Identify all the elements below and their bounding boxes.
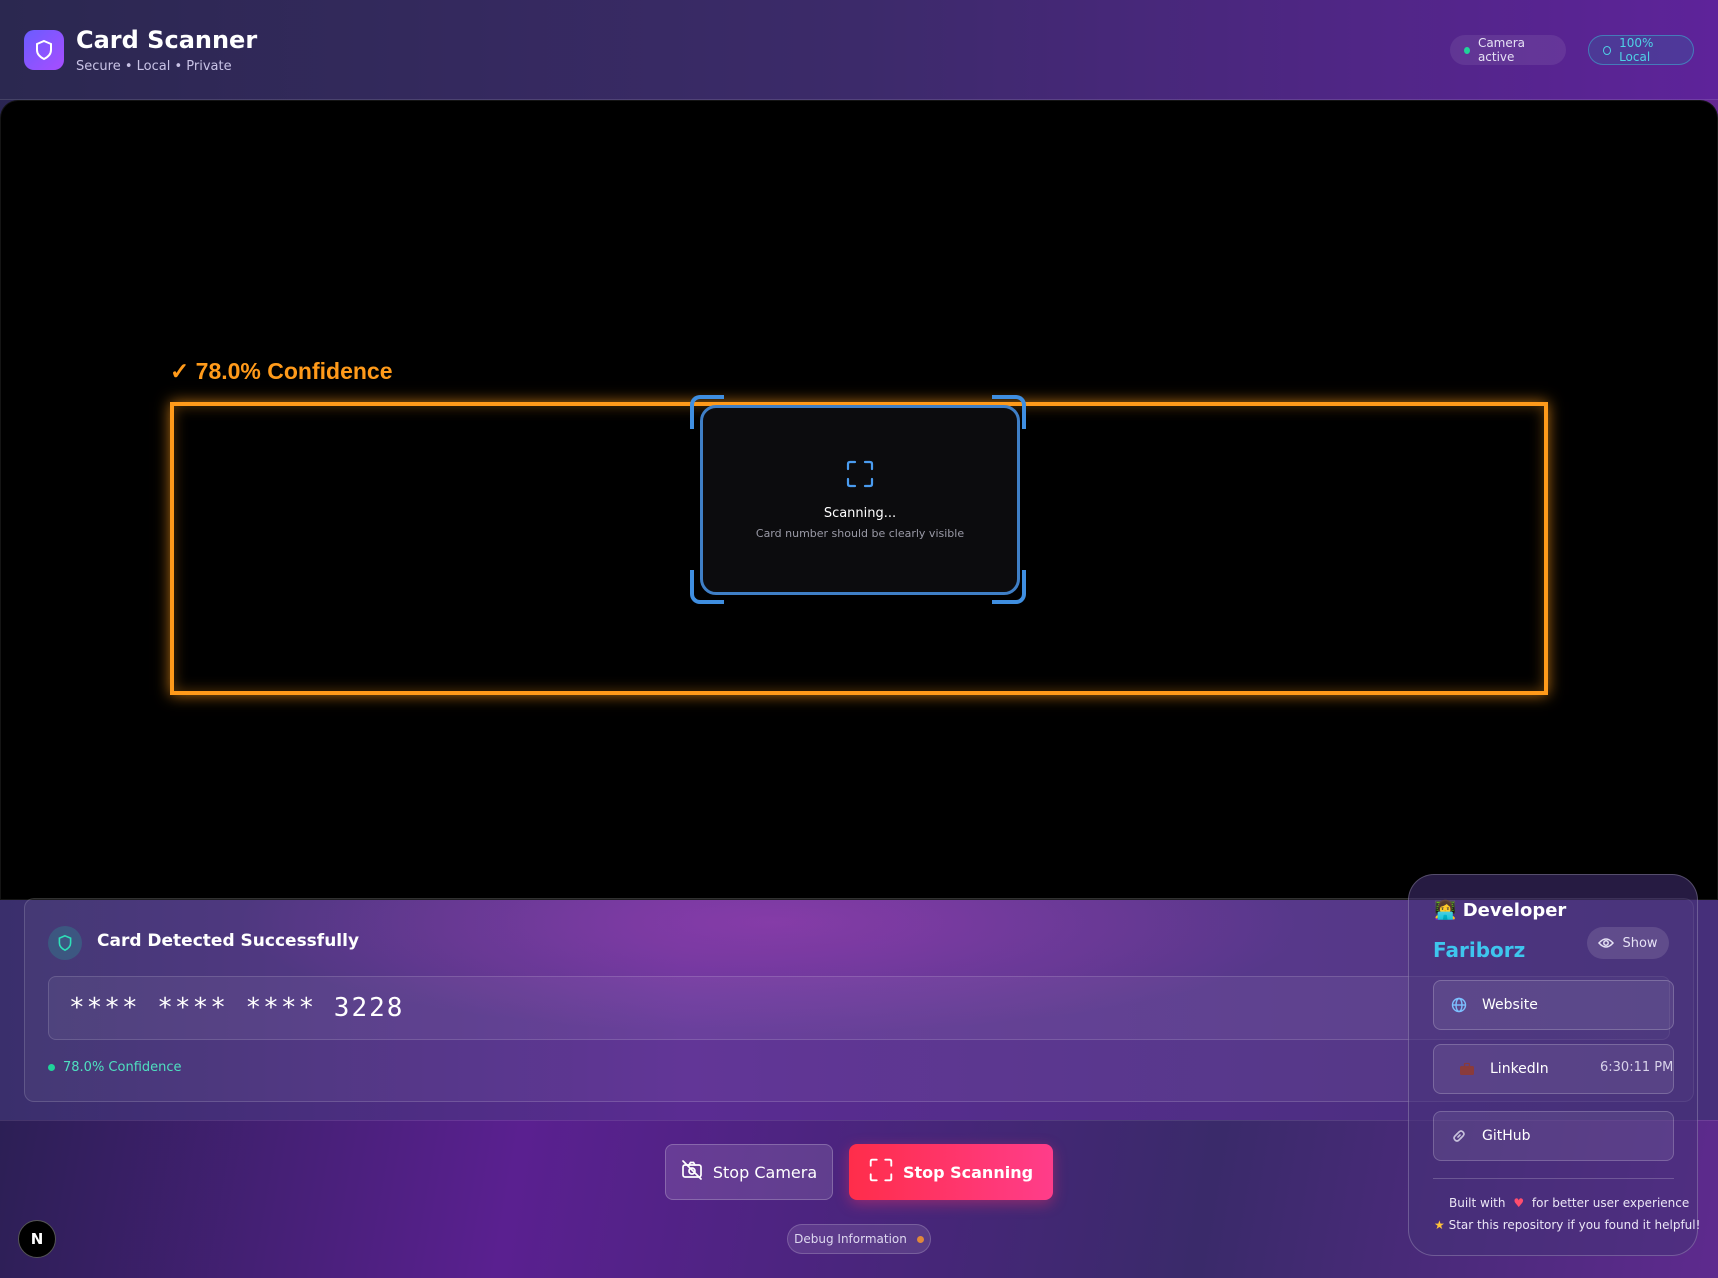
stop-camera-button[interactable]: Stop Camera xyxy=(665,1144,833,1200)
heart-icon: ♥ xyxy=(1513,1196,1525,1210)
stop-scanning-button[interactable]: Stop Scanning xyxy=(849,1144,1053,1200)
detection-confidence-label: ✓ 78.0% Confidence xyxy=(170,358,393,384)
show-button[interactable]: Show xyxy=(1587,927,1669,959)
ring-icon xyxy=(1603,45,1612,55)
scan-focus-icon xyxy=(846,460,874,492)
show-label: Show xyxy=(1622,935,1658,951)
camera-status-label: Camera active xyxy=(1477,36,1526,64)
scan-hint: Card number should be clearly visible xyxy=(755,527,965,540)
developer-name: Fariborz xyxy=(1433,938,1526,962)
github-link[interactable]: GitHub xyxy=(1433,1111,1674,1161)
linkedin-label: LinkedIn xyxy=(1490,1061,1549,1077)
scan-focus-icon xyxy=(869,1158,903,1186)
scan-corner-bottom-right xyxy=(992,570,1026,604)
briefcase-icon xyxy=(1458,1062,1476,1076)
camera-status-badge: Camera active xyxy=(1450,35,1566,65)
github-label: GitHub xyxy=(1482,1128,1531,1144)
result-confidence-label: 78.0% Confidence xyxy=(63,1060,182,1075)
current-time: 6:30:11 PM xyxy=(1600,1060,1674,1075)
link-icon xyxy=(1450,1128,1468,1144)
scan-frame: Scanning... Card number should be clearl… xyxy=(700,405,1020,595)
built-with-text: Built with ♥ for better user experience xyxy=(1449,1196,1689,1210)
app-header: Card Scanner Secure • Local • Private Ca… xyxy=(0,0,1718,100)
website-link[interactable]: Website xyxy=(1433,980,1674,1030)
shield-logo-icon xyxy=(24,30,64,70)
debug-info-label: Debug Information xyxy=(794,1232,907,1246)
scan-corner-top-right xyxy=(992,395,1026,429)
scan-corner-top-left xyxy=(690,395,724,429)
confidence-dot-icon xyxy=(48,1064,55,1071)
stop-scanning-label: Stop Scanning xyxy=(902,1162,1034,1182)
camera-off-icon xyxy=(681,1160,713,1184)
developer-divider xyxy=(1433,1178,1674,1179)
debug-info-toggle[interactable]: Debug Information xyxy=(787,1224,931,1254)
website-label: Website xyxy=(1482,997,1538,1013)
star-icon: ★ xyxy=(1434,1218,1445,1232)
developer-emoji-icon: 👩‍💻 xyxy=(1434,900,1457,921)
framework-badge[interactable]: N xyxy=(18,1220,56,1258)
stop-camera-label: Stop Camera xyxy=(712,1162,818,1182)
local-badge-label: 100% Local xyxy=(1619,36,1654,64)
developer-heading: 👩‍💻 Developer xyxy=(1434,900,1566,921)
built-with-prefix: Built with xyxy=(1449,1196,1506,1210)
eye-icon xyxy=(1598,937,1615,949)
globe-icon xyxy=(1450,997,1468,1013)
app-title: Card Scanner xyxy=(76,26,258,54)
star-repo-text: ★ Star this repository if you found it h… xyxy=(1434,1218,1700,1232)
shield-check-icon xyxy=(48,926,82,960)
debug-status-dot-icon xyxy=(916,1235,924,1243)
star-repo-label: Star this repository if you found it hel… xyxy=(1448,1218,1701,1232)
local-badge: 100% Local xyxy=(1588,35,1694,65)
result-confidence: 78.0% Confidence xyxy=(48,1060,182,1075)
scan-status-title: Scanning... xyxy=(823,506,897,521)
status-dot-icon xyxy=(1464,46,1470,54)
developer-heading-label: Developer xyxy=(1462,900,1567,921)
scan-corner-bottom-left xyxy=(690,570,724,604)
built-with-suffix: for better user experience xyxy=(1531,1196,1690,1210)
app-subtitle: Secure • Local • Private xyxy=(76,59,232,74)
result-title: Card Detected Successfully xyxy=(97,931,360,951)
